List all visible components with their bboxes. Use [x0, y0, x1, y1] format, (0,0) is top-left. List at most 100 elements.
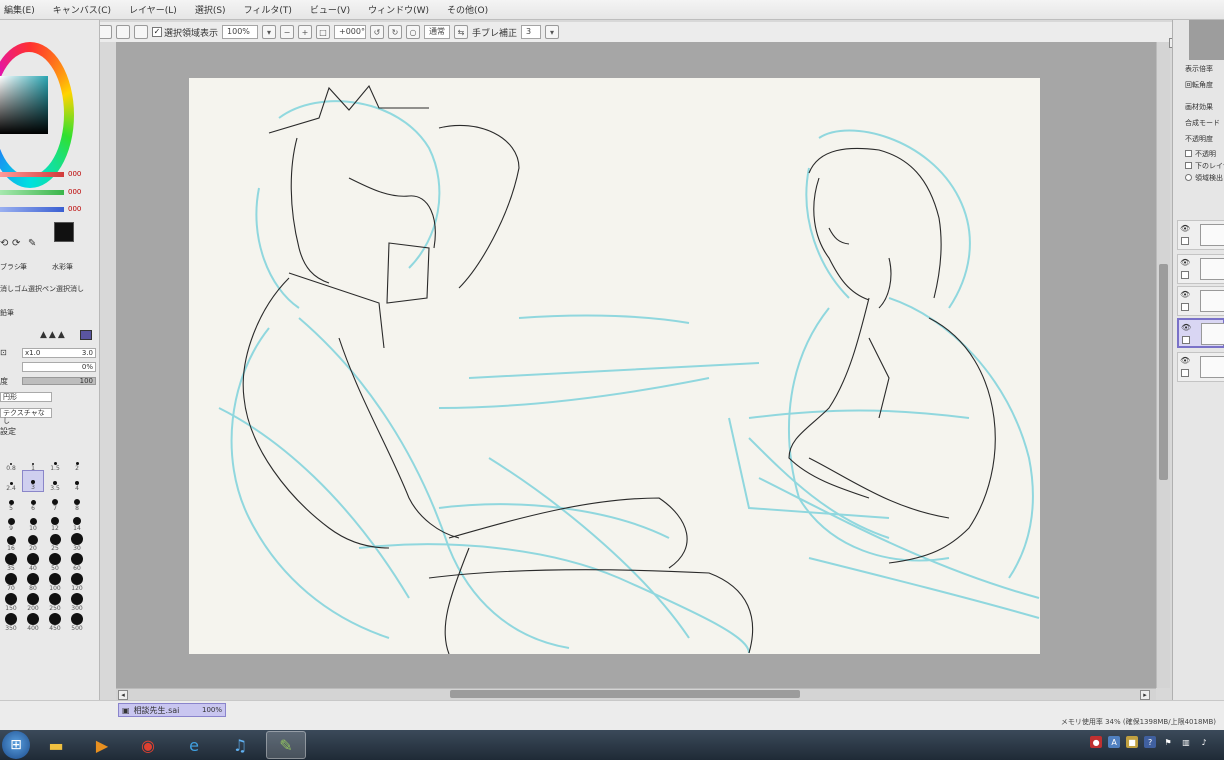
- min-size-field[interactable]: 0%: [22, 362, 96, 372]
- brush-size-cell[interactable]: 60: [66, 550, 88, 572]
- zoom-field[interactable]: 100%: [222, 25, 259, 39]
- eye-icon[interactable]: 👁: [1180, 290, 1190, 299]
- menu-canvas[interactable]: キャンバス(C): [53, 3, 111, 16]
- media-player-icon[interactable]: ▶: [82, 731, 122, 759]
- lock-icon[interactable]: [1181, 369, 1189, 377]
- itunes-icon[interactable]: ♫: [220, 731, 260, 759]
- tool-select-eraser[interactable]: 選択消し: [56, 284, 84, 294]
- stabilizer-field[interactable]: 3: [521, 25, 542, 39]
- lock-icon[interactable]: [1181, 237, 1189, 245]
- help-icon[interactable]: ?: [1144, 736, 1157, 748]
- brush-size-cell[interactable]: 3: [22, 470, 44, 492]
- brush-size-cell[interactable]: 1: [22, 450, 44, 472]
- show-selection-toggle[interactable]: ✓ 選択領域表示: [152, 26, 218, 39]
- tool-eraser[interactable]: 消しゴム: [0, 284, 28, 294]
- paint-tool-sai-icon[interactable]: ✎: [266, 731, 306, 759]
- brush-size-cell[interactable]: 6: [22, 490, 44, 512]
- tray-app-icon[interactable]: ■: [1126, 736, 1139, 748]
- density-bar[interactable]: 100: [22, 377, 96, 385]
- brush-size-cell[interactable]: 350: [0, 610, 22, 632]
- menu-select[interactable]: 選択(S): [195, 3, 226, 16]
- internet-explorer-icon[interactable]: e: [174, 731, 214, 759]
- tool-pencil[interactable]: 鉛筆: [0, 308, 14, 318]
- paste-icon[interactable]: [134, 25, 148, 39]
- red-slider[interactable]: [0, 172, 64, 177]
- brush-size-cell[interactable]: 80: [22, 570, 44, 592]
- brush-size-cell[interactable]: 10: [22, 510, 44, 532]
- layer-row-selected[interactable]: 👁: [1177, 318, 1224, 348]
- vertical-scroll-thumb[interactable]: [1159, 264, 1168, 480]
- zoom-in-icon[interactable]: +: [298, 25, 313, 39]
- flip-icon[interactable]: ⇆: [454, 25, 469, 39]
- brush-size-cell[interactable]: 30: [66, 530, 88, 552]
- copy-icon[interactable]: [116, 25, 130, 39]
- menu-edit[interactable]: 編集(E): [4, 3, 35, 16]
- brush-size-cell[interactable]: 16: [0, 530, 22, 552]
- select-all-icon[interactable]: [98, 25, 112, 39]
- brush-size-cell[interactable]: 450: [44, 610, 66, 632]
- rotate-cw-icon[interactable]: ↻: [388, 25, 403, 39]
- zoom-reset-icon[interactable]: □: [316, 25, 331, 39]
- menu-other[interactable]: その他(O): [447, 3, 488, 16]
- vertical-scrollbar[interactable]: [1156, 42, 1170, 688]
- texture-dropdown[interactable]: テクスチャなし: [0, 408, 52, 425]
- tool-watercolor[interactable]: 水彩筆: [52, 262, 73, 272]
- clip-below-checkbox[interactable]: [1185, 162, 1192, 169]
- brush-size-cell[interactable]: 400: [22, 610, 44, 632]
- brush-size-cell[interactable]: 100: [44, 570, 66, 592]
- green-slider[interactable]: [0, 190, 64, 195]
- brush-size-cell[interactable]: 4: [66, 470, 88, 492]
- brush-size-cell[interactable]: 2.4: [0, 470, 22, 492]
- preserve-opacity-checkbox[interactable]: [1185, 150, 1192, 157]
- brush-size-cell[interactable]: 12: [44, 510, 66, 532]
- redo-icon[interactable]: ⟳: [12, 238, 20, 249]
- brush-size-cell[interactable]: 0.8: [0, 450, 22, 472]
- tool-fude[interactable]: 筆: [20, 262, 27, 272]
- primary-color-swatch[interactable]: [54, 222, 74, 242]
- shape-dropdown[interactable]: 円形: [0, 392, 52, 402]
- layer-row[interactable]: 👁: [1177, 220, 1224, 250]
- horizontal-scrollbar[interactable]: [116, 688, 1156, 700]
- rotation-field[interactable]: +000°: [334, 25, 367, 39]
- eye-icon[interactable]: 👁: [1180, 356, 1190, 365]
- tool-select-pen[interactable]: 選択ペン: [28, 284, 56, 294]
- navigator-preview[interactable]: [1189, 20, 1224, 60]
- scroll-left-icon[interactable]: ◂: [118, 690, 128, 700]
- blue-slider[interactable]: [0, 207, 64, 212]
- rotate-reset-icon[interactable]: ○: [406, 25, 421, 39]
- layer-row[interactable]: 👁: [1177, 286, 1224, 316]
- brush-size-cell[interactable]: 3.5: [44, 470, 66, 492]
- scroll-right-icon[interactable]: ▸: [1140, 690, 1150, 700]
- clock[interactable]: [1216, 739, 1218, 746]
- brush-size-cell[interactable]: 250: [44, 590, 66, 612]
- blend-mode-field[interactable]: 通常: [424, 25, 451, 39]
- color-picker-square[interactable]: [0, 76, 48, 134]
- start-button-icon[interactable]: ⊞: [2, 731, 30, 759]
- brush-size-cell[interactable]: 70: [0, 570, 22, 592]
- brush-size-cell[interactable]: 35: [0, 550, 22, 572]
- menu-filter[interactable]: フィルタ(T): [244, 3, 292, 16]
- brush-size-cell[interactable]: 9: [0, 510, 22, 532]
- volume-icon[interactable]: ♪: [1198, 736, 1210, 748]
- eyedropper-icon[interactable]: ✎: [28, 238, 36, 249]
- undo-icon[interactable]: ⟲: [0, 238, 8, 249]
- brush-size-field[interactable]: x1.0 3.0: [22, 348, 96, 358]
- layer-row[interactable]: 👁: [1177, 254, 1224, 284]
- brush-size-cell[interactable]: 500: [66, 610, 88, 632]
- network-icon[interactable]: ▥: [1180, 736, 1192, 748]
- brush-size-cell[interactable]: 120: [66, 570, 88, 592]
- brush-size-cell[interactable]: 40: [22, 550, 44, 572]
- stabilizer-dropdown-icon[interactable]: ▾: [545, 25, 560, 39]
- brush-shape-icons[interactable]: ▲▲▲: [40, 330, 67, 340]
- tray-app-icon[interactable]: ●: [1090, 736, 1103, 748]
- zoom-dropdown-icon[interactable]: ▾: [262, 25, 277, 39]
- explorer-icon[interactable]: ▬: [36, 731, 76, 759]
- brush-size-cell[interactable]: 14: [66, 510, 88, 532]
- eye-icon[interactable]: 👁: [1181, 323, 1191, 332]
- brush-size-cell[interactable]: 7: [44, 490, 66, 512]
- menu-view[interactable]: ビュー(V): [310, 3, 350, 16]
- menu-layer[interactable]: レイヤー(L): [129, 3, 177, 16]
- menu-window[interactable]: ウィンドウ(W): [368, 3, 429, 16]
- chrome-icon[interactable]: ◉: [128, 731, 168, 759]
- brush-size-cell[interactable]: 8: [66, 490, 88, 512]
